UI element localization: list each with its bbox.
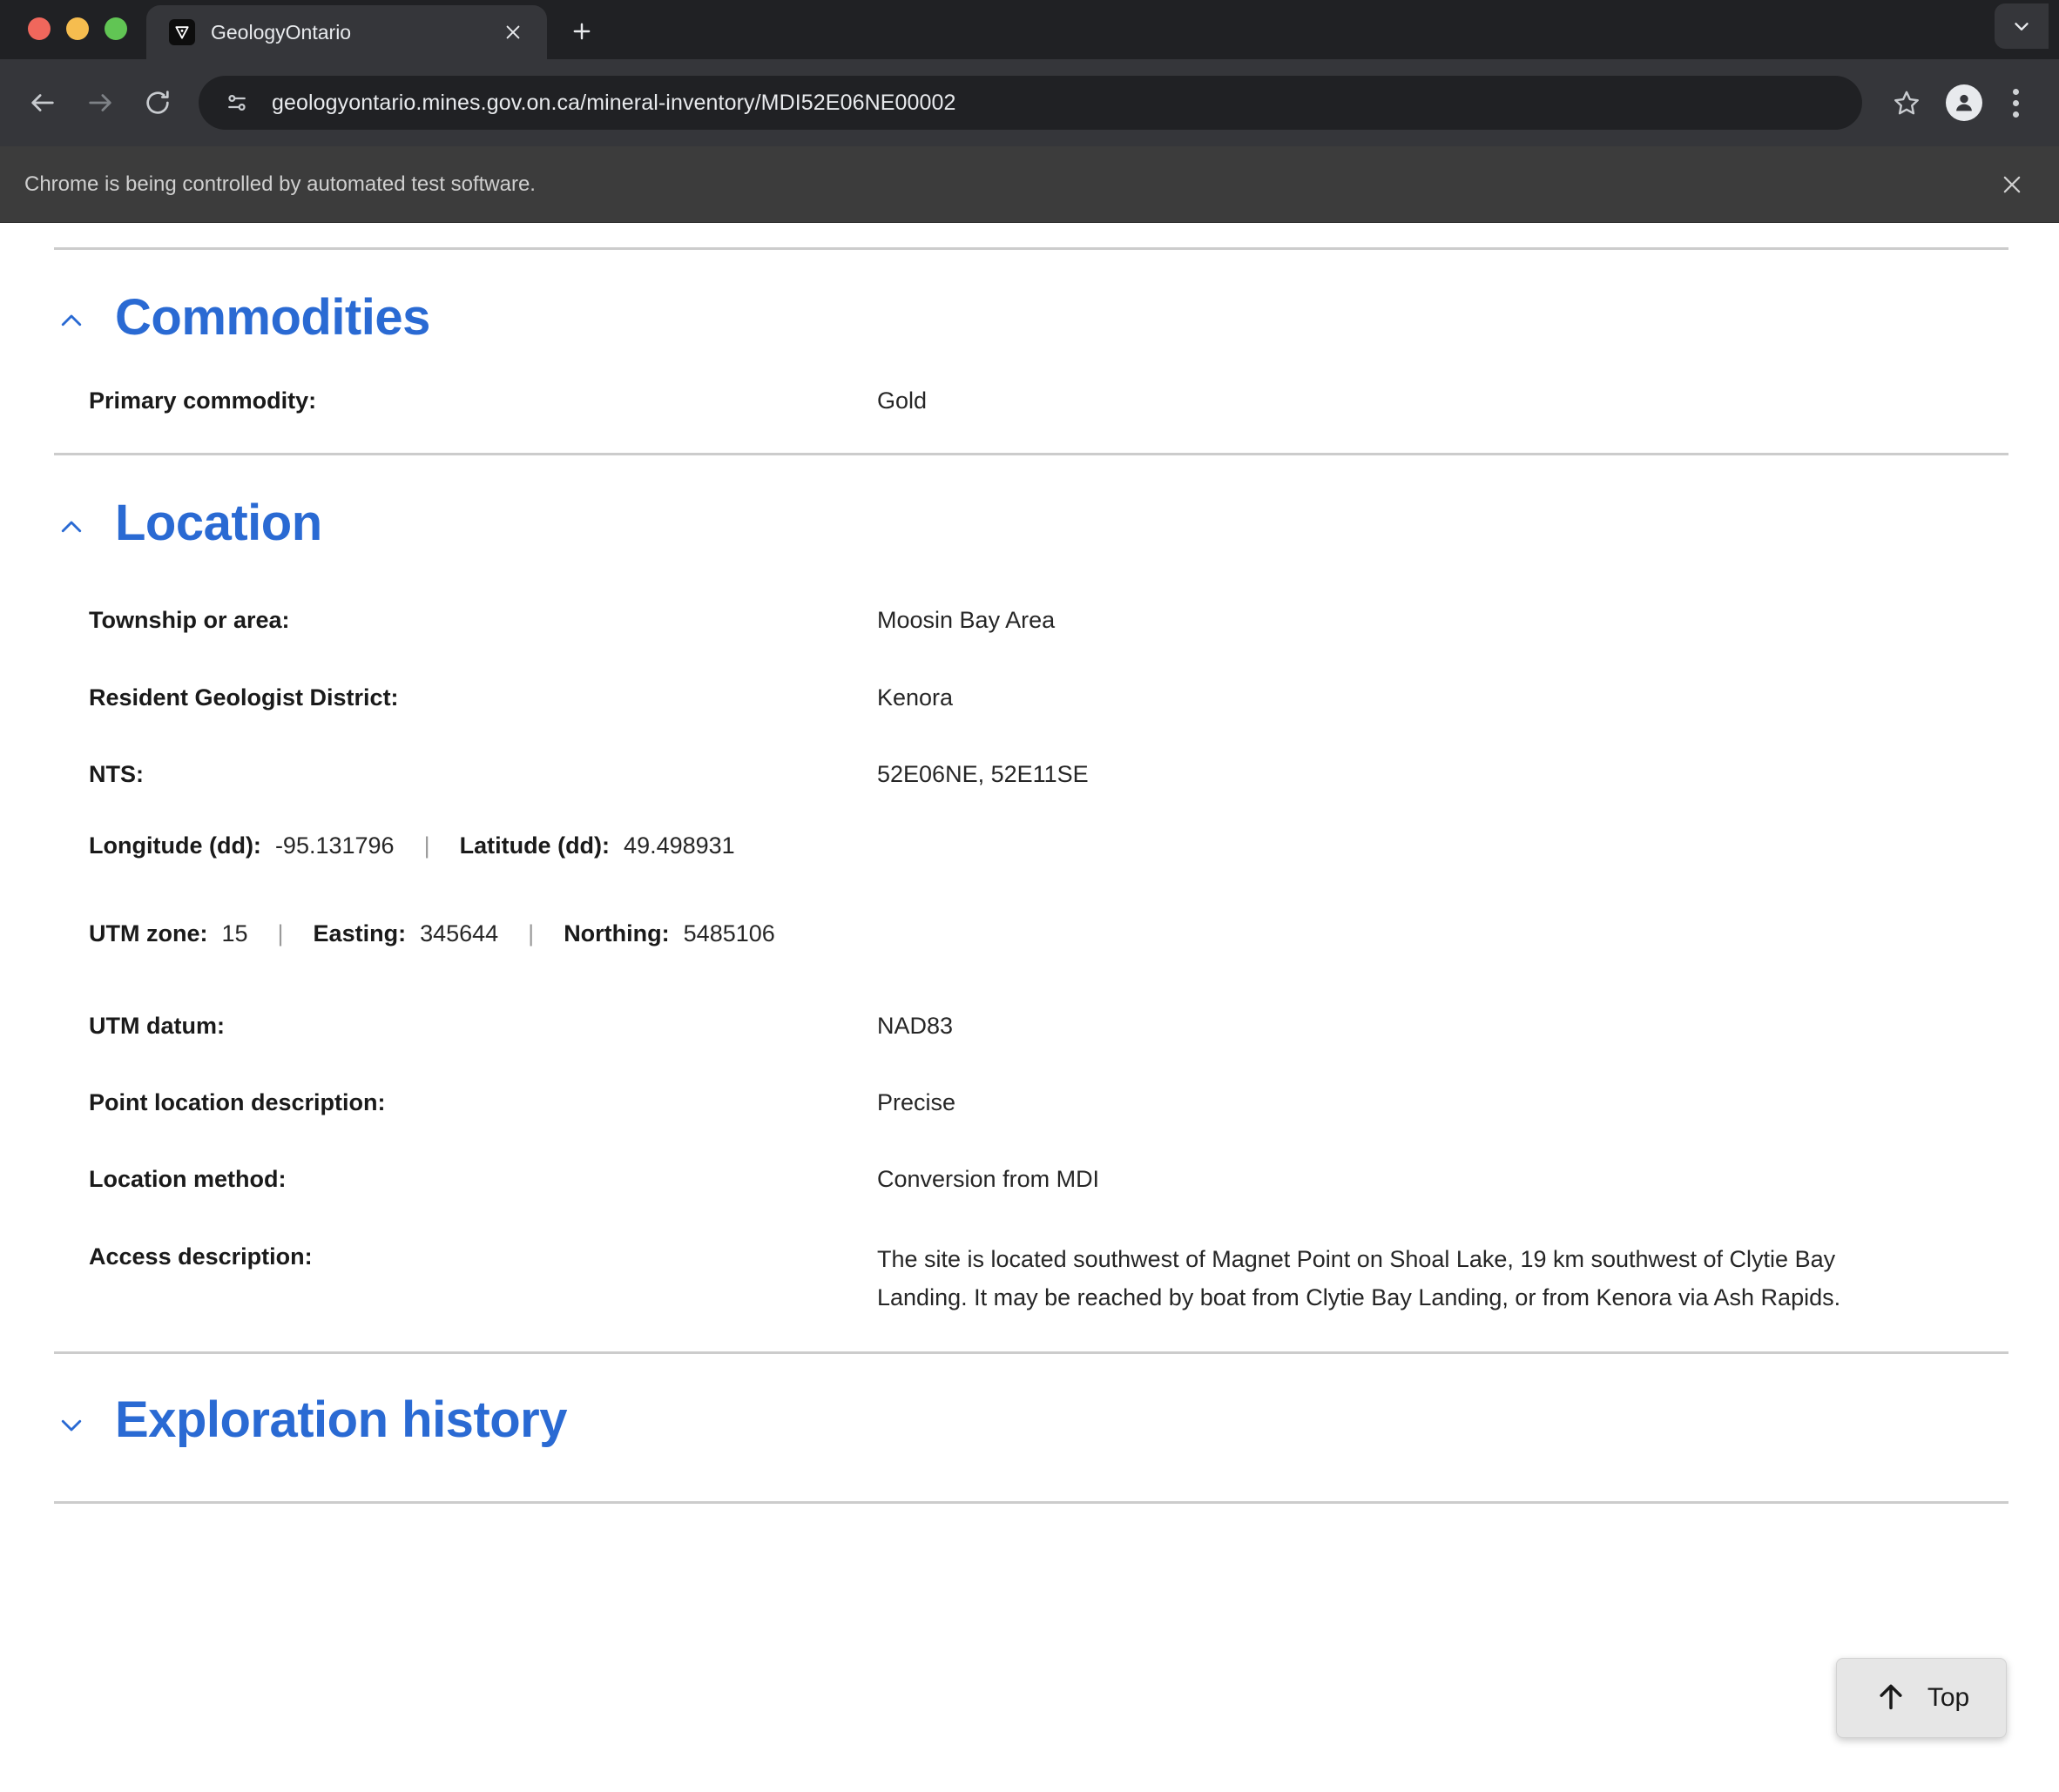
field-value: Kenora — [877, 684, 954, 711]
table-row: Location method: Conversion from MDI — [89, 1163, 2005, 1195]
maximize-window-button[interactable] — [105, 17, 127, 40]
chevron-down-icon[interactable] — [1995, 3, 2049, 49]
chevron-up-icon[interactable] — [54, 510, 89, 545]
section-header-commodities[interactable]: Commodities — [54, 250, 2005, 345]
field-label: Resident Geologist District: — [89, 684, 399, 711]
utm-row: UTM zone: 15 | Easting: 345644 | Northin… — [89, 920, 2005, 947]
utm-zone-value: 15 — [221, 920, 248, 947]
field-value: Moosin Bay Area — [877, 607, 1056, 634]
section-header-location[interactable]: Location — [54, 455, 2005, 550]
field-value: NAD83 — [877, 1012, 954, 1039]
minimize-window-button[interactable] — [66, 17, 89, 40]
field-value: Conversion from MDI — [877, 1166, 1100, 1193]
field-row: Primary commodity: Gold — [89, 385, 2005, 416]
chevron-down-icon[interactable] — [54, 1407, 89, 1442]
access-description-value: The site is located southwest of Magnet … — [877, 1245, 1841, 1310]
section-location: Location Township or area: Moosin Bay Ar… — [0, 455, 2059, 1317]
page-title: Location — [115, 495, 322, 552]
profile-avatar-icon[interactable] — [1937, 76, 1991, 130]
table-row: Township or area: Moosin Bay Area — [89, 604, 2005, 636]
northing-label: Northing: — [564, 920, 670, 947]
field-value: 52E06NE, 52E11SE — [877, 761, 1089, 788]
site-settings-icon[interactable] — [218, 84, 256, 122]
field-label: Primary commodity: — [89, 387, 317, 414]
longitude-label: Longitude (dd): — [89, 832, 261, 859]
utm-zone-label: UTM zone: — [89, 920, 208, 947]
close-icon[interactable] — [498, 17, 528, 47]
browser-tab[interactable]: GeologyOntario — [146, 5, 547, 59]
divider — [54, 1501, 2008, 1505]
page-viewport[interactable]: Commodities Primary commodity: Gold Loca… — [0, 225, 2059, 1792]
menu-dot — [2012, 88, 2019, 95]
field-separator: | — [528, 920, 535, 947]
longitude-value: -95.131796 — [274, 832, 395, 859]
field-separator: | — [423, 832, 430, 859]
easting-label: Easting: — [313, 920, 407, 947]
tab-strip: GeologyOntario — [0, 0, 2059, 59]
field-separator: | — [277, 920, 284, 947]
field-label: Township or area: — [89, 607, 290, 634]
back-to-top-button[interactable]: Top — [1836, 1658, 2007, 1738]
menu-dot — [2012, 99, 2019, 106]
northing-value: 5485106 — [683, 920, 775, 947]
geology-ontario-favicon — [169, 19, 195, 45]
address-bar[interactable]: geologyontario.mines.gov.on.ca/mineral-i… — [199, 76, 1862, 130]
field-label: UTM datum: — [89, 1012, 225, 1039]
section-header-exploration-history[interactable]: Exploration history — [54, 1354, 2005, 1447]
field-label: NTS: — [89, 761, 144, 788]
back-arrow-icon[interactable] — [16, 76, 70, 130]
tab-title: GeologyOntario — [211, 20, 352, 44]
table-row: Access description: The site is located … — [89, 1241, 2005, 1317]
kebab-menu-icon[interactable] — [1995, 76, 2036, 130]
page-title: Exploration history — [115, 1391, 568, 1449]
field-label: Location method: — [89, 1166, 287, 1193]
browser-window: GeologyOntario geologyontario.mines.gov.… — [0, 0, 2059, 1792]
easting-value: 345644 — [420, 920, 499, 947]
browser-toolbar: geologyontario.mines.gov.on.ca/mineral-i… — [0, 59, 2059, 146]
arrow-up-icon — [1873, 1679, 1908, 1718]
latitude-value: 49.498931 — [624, 832, 735, 859]
automation-message: Chrome is being controlled by automated … — [24, 172, 536, 196]
chevron-up-icon[interactable] — [54, 304, 89, 339]
field-label: Point location description: — [89, 1088, 386, 1115]
forward-arrow-icon[interactable] — [73, 76, 127, 130]
field-value: Gold — [877, 387, 928, 414]
location-fields: Township or area: Moosin Bay Area Reside… — [54, 550, 2005, 1317]
back-to-top-label: Top — [1927, 1683, 1970, 1712]
commodities-fields: Primary commodity: Gold — [54, 345, 2005, 416]
plus-icon[interactable] — [559, 9, 604, 54]
section-exploration-history: Exploration history — [0, 1354, 2059, 1447]
coordinates-row: Longitude (dd): -95.131796 | Latitude (d… — [89, 832, 2005, 859]
star-icon[interactable] — [1880, 76, 1934, 130]
table-row: Resident Geologist District: Kenora — [89, 682, 2005, 713]
section-commodities: Commodities Primary commodity: Gold — [0, 250, 2059, 416]
table-row: NTS: 52E06NE, 52E11SE — [89, 758, 2005, 790]
field-value: Precise — [877, 1088, 956, 1115]
page-title: Commodities — [115, 289, 430, 346]
menu-dot — [2012, 111, 2019, 118]
latitude-label: Latitude (dd): — [459, 832, 611, 859]
close-icon[interactable] — [1991, 164, 2033, 205]
table-row: UTM datum: NAD83 — [89, 1010, 2005, 1041]
field-label: Access description: — [89, 1243, 313, 1270]
reload-icon[interactable] — [131, 76, 185, 130]
automation-infobar: Chrome is being controlled by automated … — [0, 146, 2059, 223]
table-row: Point location description: Precise — [89, 1087, 2005, 1118]
close-window-button[interactable] — [28, 17, 51, 40]
mineral-inventory-record: Commodities Primary commodity: Gold Loca… — [0, 247, 2059, 1505]
window-controls — [0, 17, 146, 59]
avatar — [1946, 84, 1982, 121]
url-text: geologyontario.mines.gov.on.ca/mineral-i… — [272, 90, 956, 115]
